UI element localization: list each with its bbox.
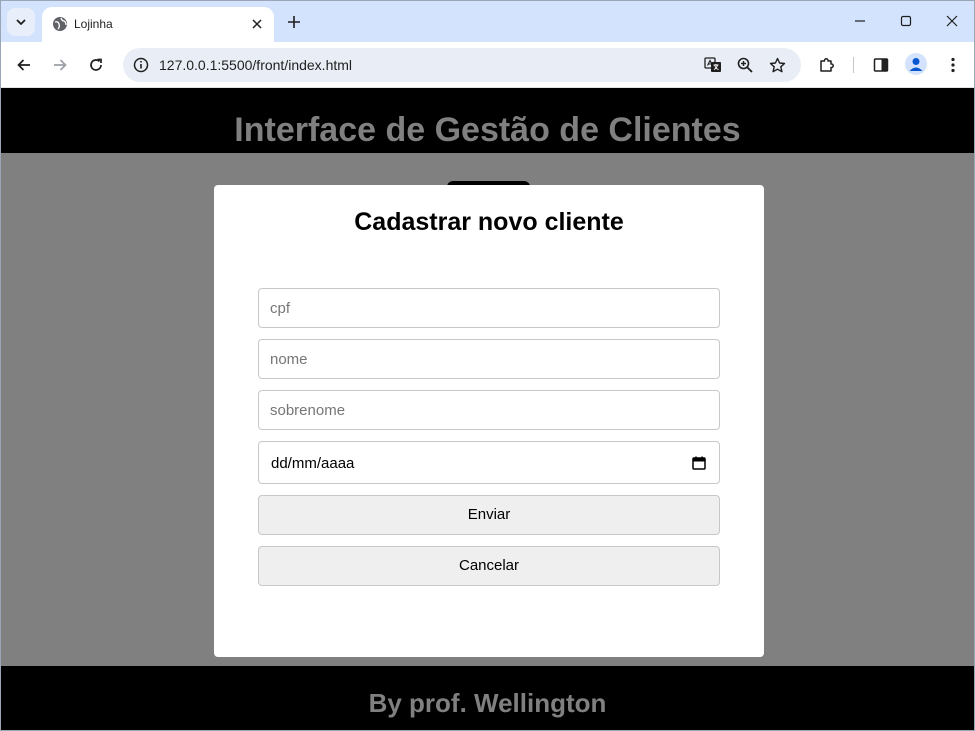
minimize-button[interactable] bbox=[837, 5, 883, 37]
side-panel-button[interactable] bbox=[867, 51, 895, 79]
site-info-button[interactable] bbox=[129, 53, 153, 77]
globe-icon bbox=[53, 17, 67, 31]
arrow-left-icon bbox=[17, 59, 30, 71]
browser-window: Lojinha 127.0.0.1:5500/front/index.html … bbox=[0, 0, 975, 731]
url-text: 127.0.0.1:5500/front/index.html bbox=[159, 57, 353, 73]
chevron-down-icon bbox=[16, 19, 26, 25]
address-bar[interactable]: 127.0.0.1:5500/front/index.html bbox=[123, 48, 801, 82]
puzzle-icon bbox=[820, 58, 834, 72]
tab-title: Lojinha bbox=[74, 17, 113, 31]
tab-strip: Lojinha bbox=[1, 1, 974, 42]
tab-close-button[interactable] bbox=[248, 15, 266, 33]
reload-button[interactable] bbox=[82, 51, 110, 79]
tab-search-button[interactable] bbox=[7, 8, 35, 36]
zoom-in-icon bbox=[737, 57, 753, 73]
sobrenome-input[interactable] bbox=[258, 390, 720, 430]
close-icon bbox=[252, 19, 262, 29]
web-page: Interface de Gestão de Clientes Cadastra… bbox=[1, 88, 974, 730]
zoom-button[interactable] bbox=[733, 53, 757, 77]
reload-icon bbox=[90, 58, 102, 71]
modal-title: Cadastrar novo cliente bbox=[354, 208, 624, 236]
back-button[interactable] bbox=[10, 51, 38, 79]
birthdate-input[interactable]: dd/mm/aaaa bbox=[258, 441, 720, 484]
register-client-modal: Cadastrar novo cliente dd/mm/aaaa Enviar… bbox=[214, 185, 764, 657]
plus-icon bbox=[288, 16, 300, 28]
date-placeholder: dd/mm/aaaa bbox=[271, 455, 355, 472]
translate-icon bbox=[704, 57, 721, 72]
avatar-icon bbox=[909, 58, 923, 71]
page-title: Interface de Gestão de Clientes bbox=[234, 111, 741, 149]
footer-text: By prof. Wellington bbox=[368, 688, 607, 718]
page-footer: By prof. Wellington bbox=[1, 666, 974, 730]
new-tab-button[interactable] bbox=[282, 10, 306, 34]
minimize-icon bbox=[855, 20, 865, 22]
info-icon bbox=[133, 57, 149, 73]
calendar-icon[interactable] bbox=[691, 455, 707, 471]
star-icon bbox=[769, 57, 785, 72]
forward-button[interactable] bbox=[46, 51, 74, 79]
active-tab[interactable]: Lojinha bbox=[42, 7, 274, 42]
bookmark-button[interactable] bbox=[765, 53, 789, 77]
cpf-input[interactable] bbox=[258, 288, 720, 328]
close-window-button[interactable] bbox=[929, 5, 974, 37]
translate-button[interactable] bbox=[701, 53, 725, 77]
nome-input[interactable] bbox=[258, 339, 720, 379]
close-icon bbox=[946, 15, 958, 27]
side-panel-icon bbox=[873, 58, 889, 72]
toolbar-divider bbox=[853, 57, 854, 73]
more-vertical-icon bbox=[951, 57, 955, 73]
arrow-right-icon bbox=[54, 59, 67, 71]
maximize-icon bbox=[900, 15, 912, 27]
profile-button[interactable] bbox=[905, 53, 927, 75]
submit-button[interactable]: Enviar bbox=[258, 495, 720, 535]
page-header: Interface de Gestão de Clientes bbox=[1, 88, 974, 153]
extensions-button[interactable] bbox=[813, 51, 841, 79]
cancel-button[interactable]: Cancelar bbox=[258, 546, 720, 586]
maximize-button[interactable] bbox=[883, 5, 929, 37]
menu-button[interactable] bbox=[939, 51, 967, 79]
browser-toolbar: 127.0.0.1:5500/front/index.html bbox=[1, 42, 974, 88]
